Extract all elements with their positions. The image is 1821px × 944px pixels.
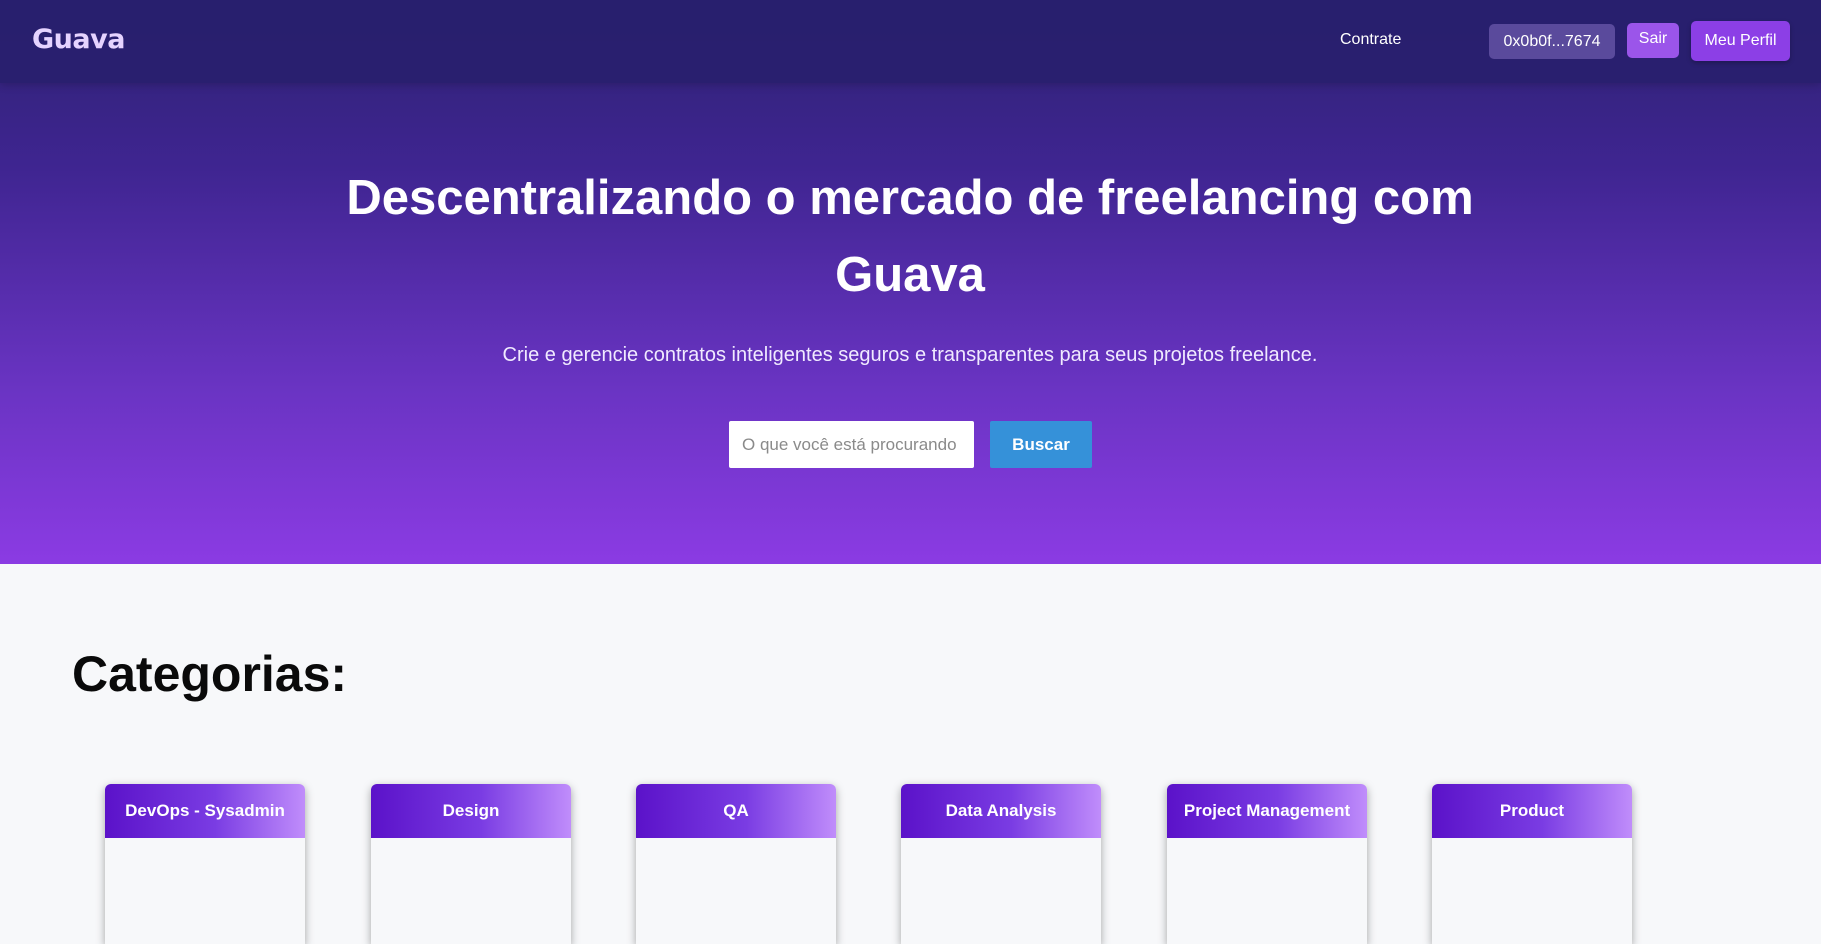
categories-title: Categorias: — [72, 646, 348, 702]
category-card-header: Design — [371, 784, 571, 838]
logo[interactable]: Guava — [32, 24, 125, 55]
navbar: Guava Contrate 0x0b0f...7674 Sair Meu Pe… — [0, 0, 1821, 83]
search-input[interactable] — [729, 421, 974, 468]
wallet-address-badge[interactable]: 0x0b0f...7674 — [1489, 24, 1615, 59]
category-card-qa[interactable]: QA — [636, 784, 836, 944]
hero-subtitle: Crie e gerencie contratos inteligentes s… — [502, 344, 1318, 366]
category-card-header: Data Analysis — [901, 784, 1101, 838]
category-card-header: DevOps - Sysadmin — [105, 784, 305, 838]
nav-link-contrate[interactable]: Contrate — [1340, 31, 1401, 49]
search-button[interactable]: Buscar — [990, 421, 1092, 468]
hero-title: Descentralizando o mercado de freelancin… — [346, 171, 1474, 302]
category-card-project-management[interactable]: Project Management — [1167, 784, 1367, 944]
category-card-header: QA — [636, 784, 836, 838]
profile-button[interactable]: Meu Perfil — [1691, 21, 1790, 61]
category-card-header: Project Management — [1167, 784, 1367, 838]
category-card-product[interactable]: Product — [1432, 784, 1632, 944]
category-card-header: Product — [1432, 784, 1632, 838]
category-card-devops[interactable]: DevOps - Sysadmin — [105, 784, 305, 944]
logout-button[interactable]: Sair — [1627, 23, 1679, 58]
category-card-design[interactable]: Design — [371, 784, 571, 944]
category-card-data-analysis[interactable]: Data Analysis — [901, 784, 1101, 944]
